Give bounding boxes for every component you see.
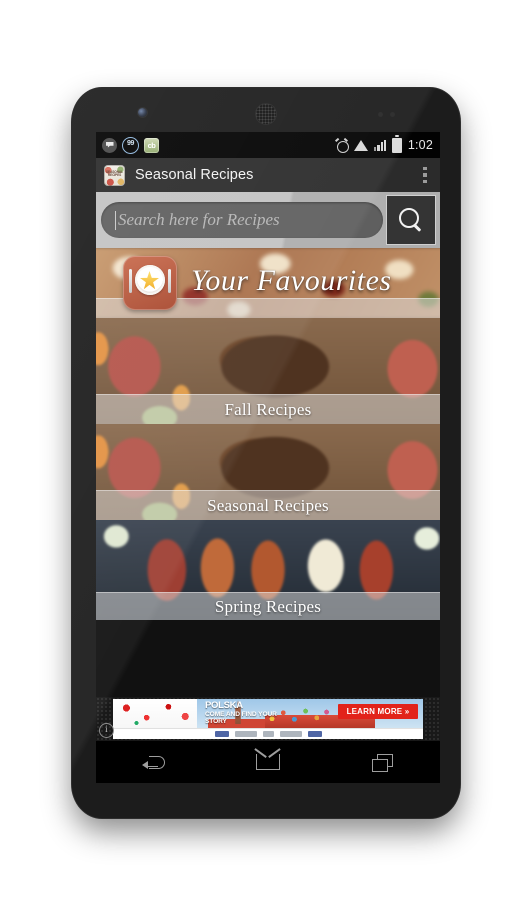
home-button[interactable] <box>240 746 296 778</box>
overflow-menu-button[interactable] <box>416 162 434 188</box>
phone-device: 99 cb 1:02 SEASONAL RECIPES Seasonal Rec… <box>72 88 460 818</box>
alarm-icon <box>335 137 349 153</box>
ad-banner[interactable]: POLSKA COME AND FIND YOUR STORY LEARN MO… <box>96 697 440 741</box>
recents-icon <box>371 753 394 772</box>
phone-bottom-bezel <box>72 783 460 818</box>
search-bar: Search here for Recipes <box>96 192 440 248</box>
front-camera-icon <box>138 108 147 117</box>
action-bar: SEASONAL RECIPES Seasonal Recipes <box>96 158 440 192</box>
status-bar: 99 cb 1:02 <box>96 132 440 158</box>
back-icon <box>141 754 165 770</box>
plate-star-cutlery-icon <box>123 256 177 310</box>
back-button[interactable] <box>125 746 181 778</box>
recents-button[interactable] <box>355 746 411 778</box>
phone-top-bezel <box>72 88 460 132</box>
card-label-your-favourites: Your Favourites <box>191 263 392 297</box>
earpiece-speaker-icon <box>255 103 277 125</box>
light-sensor-icon <box>390 112 395 117</box>
card-label-band: Seasonal Recipes <box>96 490 440 520</box>
search-input[interactable]: Search here for Recipes <box>101 202 383 238</box>
ad-creative: POLSKA COME AND FIND YOUR STORY LEARN MO… <box>113 699 423 729</box>
navigation-bar <box>96 741 440 783</box>
status-bar-system-icons: 1:02 <box>335 135 433 153</box>
search-icon <box>398 207 424 233</box>
cb-app-icon: cb <box>144 137 159 153</box>
proximity-sensor-icon <box>378 112 383 117</box>
text-caret <box>115 210 116 230</box>
ad-learn-more-button[interactable]: LEARN MORE » <box>338 704 418 719</box>
ad-content[interactable]: POLSKA COME AND FIND YOUR STORY LEARN MO… <box>113 699 423 739</box>
card-label-band: Spring Recipes <box>96 592 440 620</box>
card-label-spring-recipes: Spring Recipes <box>214 596 322 616</box>
card-fall-recipes[interactable]: Fall Recipes <box>96 318 440 424</box>
card-spring-recipes[interactable]: Spring Recipes <box>96 520 440 620</box>
wifi-icon <box>353 139 369 151</box>
card-label-fall-recipes: Fall Recipes <box>224 399 312 419</box>
status-bar-clock: 1:02 <box>407 138 433 152</box>
app-icon-label: SEASONAL RECIPES <box>106 169 123 178</box>
ad-subline: COME AND FIND YOUR STORY <box>205 711 277 726</box>
card-label-seasonal-recipes: Seasonal Recipes <box>207 495 329 515</box>
main-content: Search here for Recipes Your Favourites … <box>96 192 440 741</box>
ad-headline: POLSKA <box>205 700 243 711</box>
badge-99-icon: 99 <box>122 136 139 154</box>
page-title: Seasonal Recipes <box>135 167 254 183</box>
home-icon <box>255 754 280 770</box>
battery-icon <box>391 135 402 153</box>
ad-collage-image <box>113 699 197 729</box>
card-your-favourites[interactable]: Your Favourites <box>96 248 440 318</box>
ad-info-icon[interactable]: i <box>99 723 114 738</box>
app-icon: SEASONAL RECIPES <box>104 164 125 186</box>
messenger-icon <box>102 137 117 153</box>
phone-screen: 99 cb 1:02 SEASONAL RECIPES Seasonal Rec… <box>96 132 440 741</box>
search-input-placeholder: Search here for Recipes <box>118 210 280 229</box>
signal-icon <box>373 139 387 151</box>
search-button[interactable] <box>387 196 435 244</box>
status-bar-notifications: 99 cb <box>102 136 159 154</box>
ad-sponsor-logos <box>113 728 423 739</box>
card-seasonal-recipes[interactable]: Seasonal Recipes <box>96 424 440 520</box>
card-label-band: Fall Recipes <box>96 394 440 424</box>
